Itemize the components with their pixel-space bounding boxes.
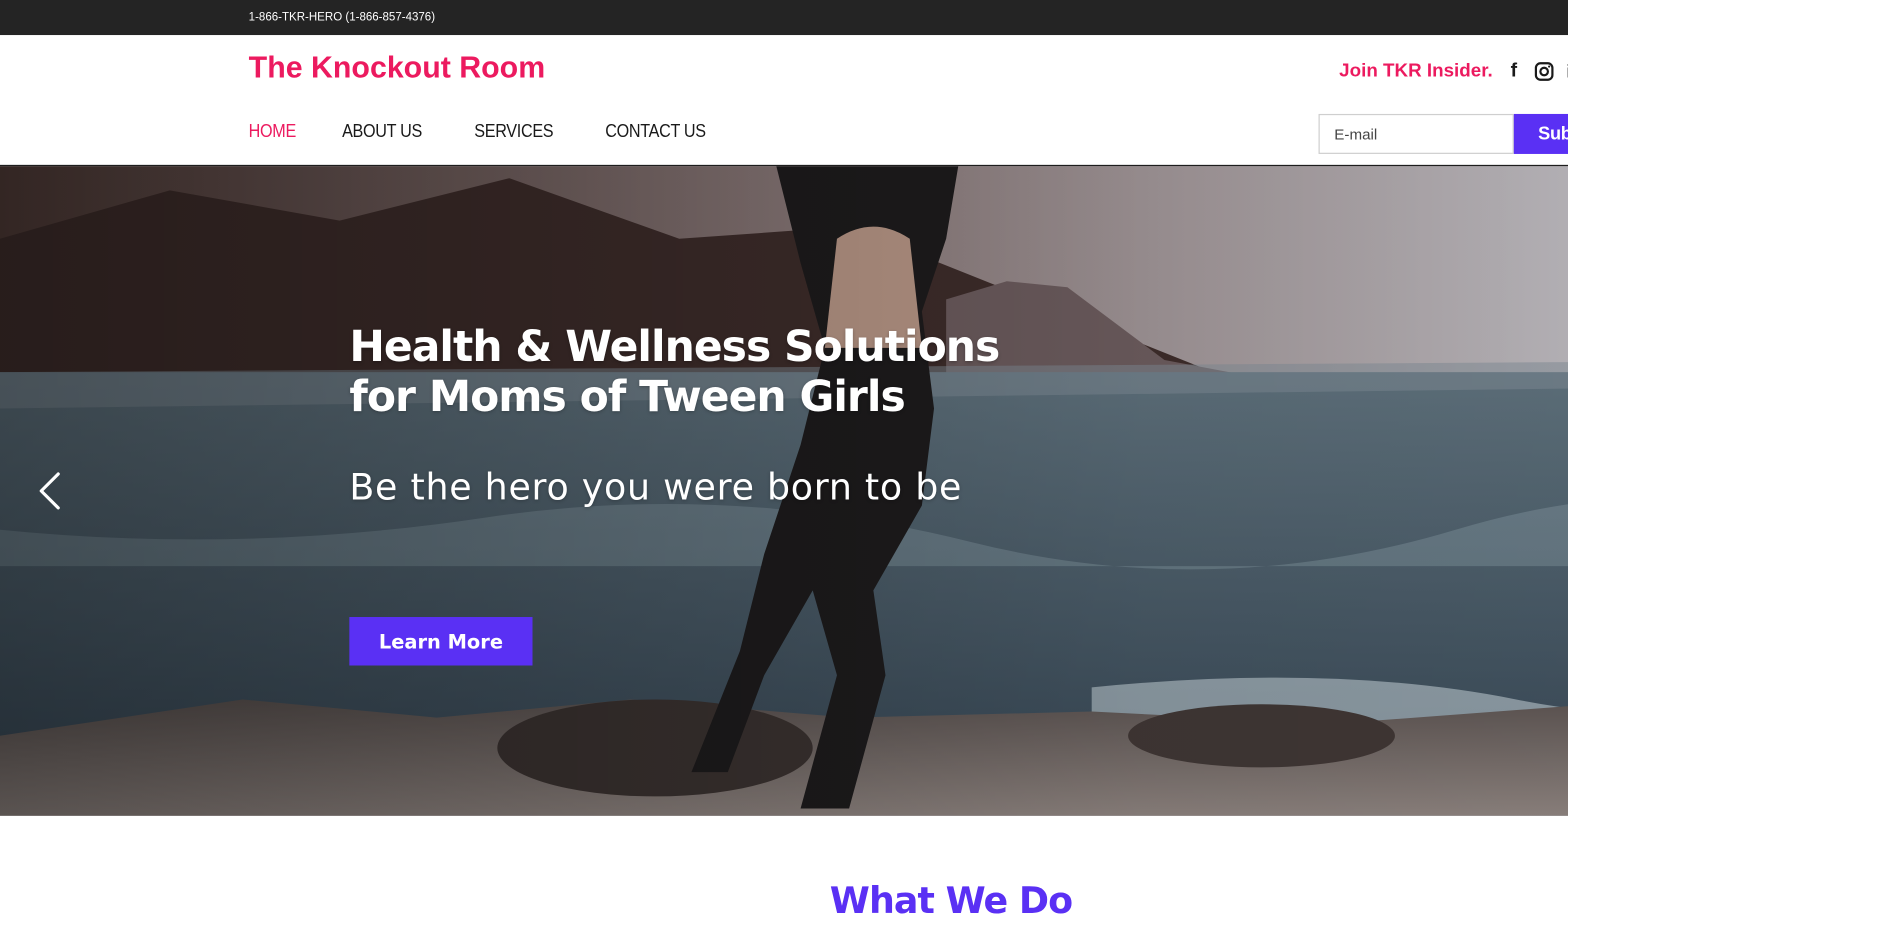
main-nav: HOME ABOUT US SERVICES CONTACT US — [249, 121, 761, 143]
chevron-left-icon[interactable] — [34, 469, 70, 513]
hero-subtitle: Be the hero you were born to be — [349, 466, 963, 510]
phone-number: 1-866-TKR-HERO (1-866-857-4376) — [248, 10, 436, 25]
page-right-margin — [1568, 0, 1902, 931]
site-logo[interactable]: The Knockout Room — [249, 51, 546, 86]
nav-item-services[interactable]: SERVICES — [474, 121, 553, 143]
hero-title-line-2: for Moms of Tween Girls — [349, 373, 905, 422]
page: 1-866-TKR-HERO (1-866-857-4376) The Knoc… — [0, 0, 1902, 931]
instagram-icon[interactable] — [1533, 61, 1555, 83]
email-field[interactable] — [1318, 113, 1514, 154]
hero-title-line-1: Health & Wellness Solutions — [349, 323, 1000, 373]
nav-item-contact-us[interactable]: CONTACT US — [605, 121, 706, 143]
facebook-icon[interactable]: f — [1503, 61, 1525, 83]
learn-more-button[interactable]: Learn More — [349, 617, 533, 666]
nav-item-about-us[interactable]: ABOUT US — [342, 121, 422, 143]
hero-title: Health & Wellness Solutions for Moms of … — [349, 324, 1125, 423]
nav-item-home[interactable]: HOME — [249, 121, 297, 143]
join-insider-link[interactable]: Join TKR Insider. — [1339, 61, 1493, 83]
